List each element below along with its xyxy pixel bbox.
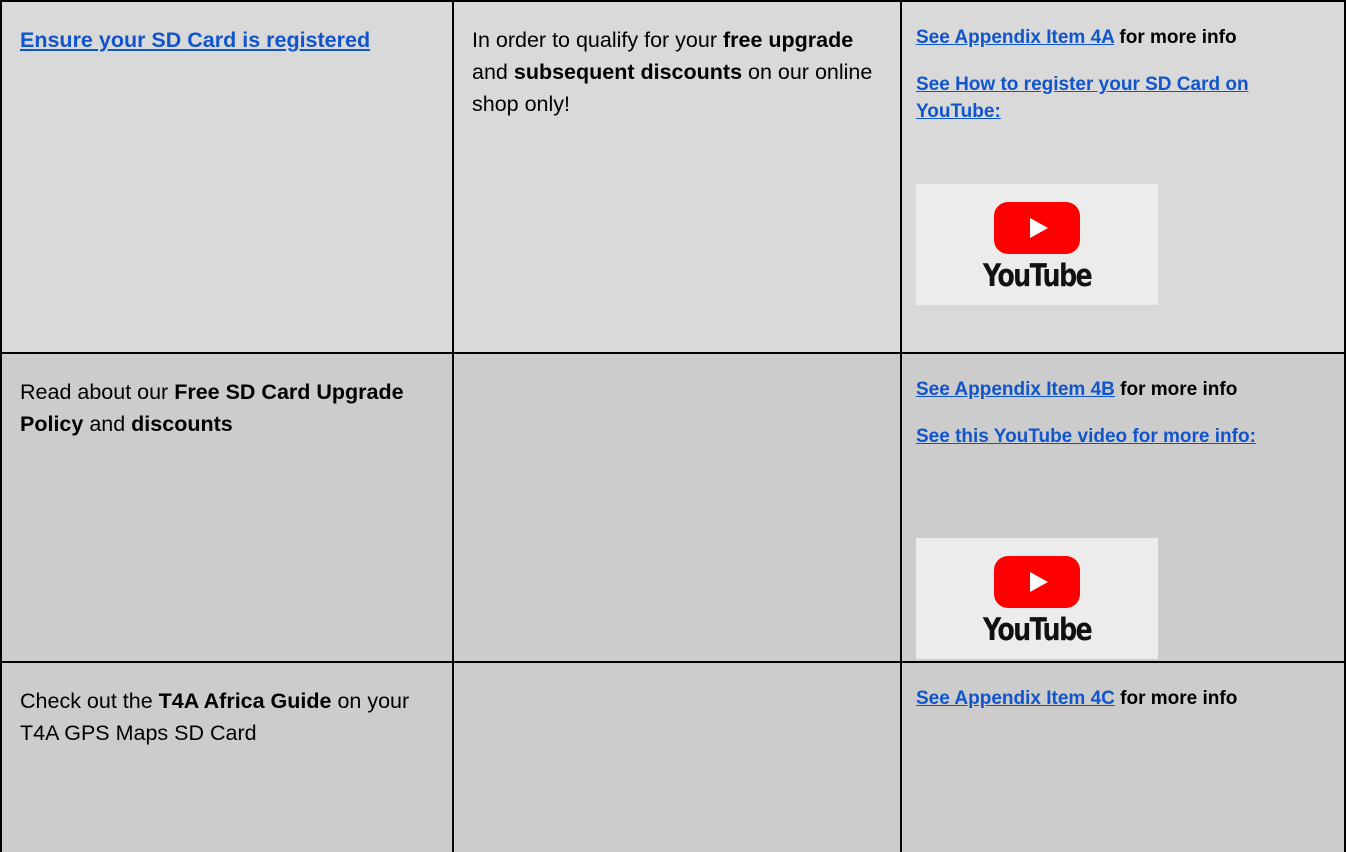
register-video-link[interactable]: See How to register your SD Card on YouT… (916, 74, 1249, 122)
youtube-wordmark: YouTube (982, 612, 1093, 648)
text-fragment: Read about our (20, 380, 175, 404)
row1-col1-cell: Ensure your SD Card is registered (0, 0, 452, 352)
bold-free-upgrade: free upgrade (722, 28, 854, 52)
row2-col2-cell (452, 352, 900, 661)
row1-col3-cell: See Appendix Item 4A for more info See H… (900, 0, 1346, 352)
youtube-play-icon (994, 202, 1080, 254)
register-sd-card-link[interactable]: Ensure your SD Card is registered (20, 28, 370, 52)
row1-col2-cell: In order to qualify for your free upgrad… (452, 0, 900, 352)
africa-guide-text: Check out the T4A Africa Guide on your T… (20, 685, 436, 749)
youtube-play-icon (994, 556, 1080, 608)
more-info-text: for more info (1114, 688, 1238, 709)
appendix-4a-link[interactable]: See Appendix Item 4A (916, 27, 1114, 48)
more-info-text: for more info (1114, 379, 1238, 400)
qualify-text: In order to qualify for your free upgrad… (472, 24, 884, 120)
text-fragment: and (472, 60, 514, 84)
appendix-4c-link[interactable]: See Appendix Item 4C (916, 688, 1115, 709)
text-fragment: Check out the (20, 689, 159, 713)
row2-col1-cell: Read about our Free SD Card Upgrade Poli… (0, 352, 452, 661)
more-info-text: for more info (1114, 27, 1237, 48)
row3-col2-cell (452, 661, 900, 852)
appendix-4b-link[interactable]: See Appendix Item 4B (916, 379, 1115, 400)
row3-col3-cell: See Appendix Item 4C for more info (900, 661, 1346, 852)
bold-africa-guide: T4A Africa Guide (158, 689, 332, 713)
info-table: Ensure your SD Card is registered In ord… (0, 0, 1346, 852)
upgrade-policy-text: Read about our Free SD Card Upgrade Poli… (20, 376, 436, 440)
text-fragment: In order to qualify for your (472, 28, 723, 52)
bold-subsequent-discounts: subsequent discounts (513, 60, 743, 84)
bold-discounts: discounts (131, 412, 233, 436)
youtube-wordmark: YouTube (982, 258, 1093, 294)
youtube-thumbnail[interactable]: YouTube (916, 538, 1158, 659)
row2-col3-cell: See Appendix Item 4B for more info See t… (900, 352, 1346, 661)
youtube-video-link[interactable]: See this YouTube video for more info: (916, 426, 1256, 447)
text-fragment: and (83, 412, 132, 436)
row3-col1-cell: Check out the T4A Africa Guide on your T… (0, 661, 452, 852)
youtube-thumbnail[interactable]: YouTube (916, 184, 1158, 305)
